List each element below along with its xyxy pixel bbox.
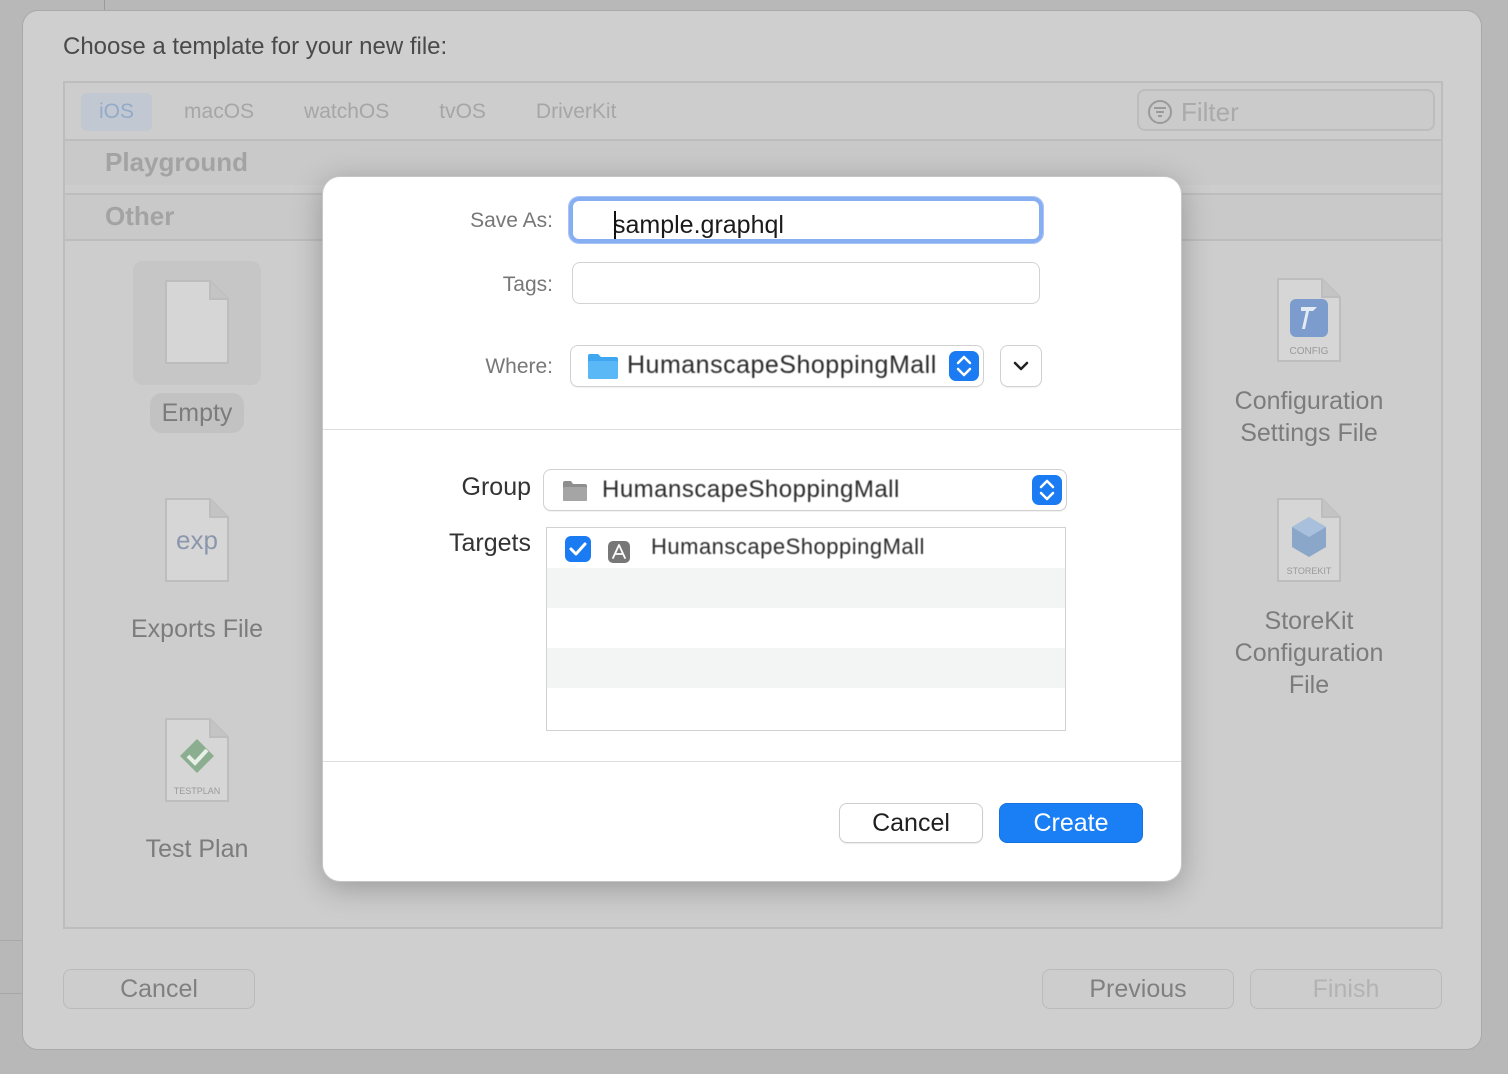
- template-label: Configuration Settings File: [1234, 387, 1384, 447]
- save-as-label: Save As:: [470, 209, 553, 232]
- section-title: Other: [105, 201, 175, 231]
- save-as-field[interactable]: sample.graphql: [569, 197, 1043, 243]
- svg-text:CONFIG: CONFIG: [1290, 346, 1329, 357]
- testplan-document-icon: TESTPLAN: [165, 718, 229, 802]
- svg-text:STOREKIT: STOREKIT: [1287, 566, 1332, 576]
- targets-label: Targets: [449, 529, 531, 557]
- empty-row: [547, 688, 1065, 728]
- tab-ios[interactable]: iOS: [81, 93, 153, 131]
- up-down-chevron-icon: [956, 355, 972, 377]
- folder-icon: [563, 481, 587, 501]
- tab-watchos[interactable]: watchOS: [286, 93, 407, 131]
- template-configuration-settings-file[interactable]: CONFIG Configuration Settings File: [1209, 277, 1409, 453]
- section-title: Playground: [105, 147, 249, 177]
- sheet-title: Choose a template for your new file:: [63, 33, 448, 60]
- save-as-value: sample.graphql: [613, 211, 784, 239]
- section-divider: [323, 429, 1181, 430]
- svg-text:TESTPLAN: TESTPLAN: [174, 786, 221, 796]
- text-caret: [614, 211, 616, 239]
- app-target-icon: [608, 541, 630, 563]
- filter-icon: [1148, 100, 1172, 124]
- template-label: Exports File: [131, 615, 263, 643]
- filter-placeholder: Filter: [1181, 97, 1239, 127]
- group-value: HumanscapeShoppingMall: [602, 476, 900, 503]
- filter-field[interactable]: Filter: [1137, 89, 1435, 131]
- group-label: Group: [461, 473, 531, 501]
- exp-document-icon: exp: [165, 498, 229, 582]
- template-label: Empty: [149, 393, 245, 433]
- tags-label: Tags:: [502, 273, 553, 296]
- expand-browser-button[interactable]: [1000, 345, 1042, 387]
- group-popup[interactable]: HumanscapeShoppingMall: [543, 469, 1067, 511]
- template-label: StoreKit Configuration File: [1234, 607, 1384, 699]
- where-stepper[interactable]: [949, 351, 979, 381]
- checkmark-icon: [569, 542, 587, 556]
- targets-list: HumanscapeShoppingMall: [546, 527, 1066, 731]
- window-edge: [104, 0, 105, 10]
- folder-icon: [588, 354, 618, 379]
- template-exports-file[interactable]: exp Exports File: [97, 497, 297, 649]
- background-window-strip: [0, 940, 22, 994]
- template-empty[interactable]: Empty: [97, 261, 297, 433]
- where-popup[interactable]: HumanscapeShoppingMall: [570, 345, 984, 387]
- target-row[interactable]: HumanscapeShoppingMall: [547, 528, 1065, 568]
- finish-button: Finish: [1250, 969, 1442, 1009]
- template-storekit-configuration-file[interactable]: STOREKIT StoreKit Configuration File: [1209, 497, 1409, 705]
- save-dialog: Save As: sample.graphql Tags: Where: Hum…: [322, 176, 1182, 882]
- empty-row: [547, 608, 1065, 648]
- tab-macos[interactable]: macOS: [166, 93, 272, 131]
- target-name: HumanscapeShoppingMall: [651, 534, 925, 559]
- config-document-icon: CONFIG: [1277, 278, 1341, 362]
- target-checkbox[interactable]: [565, 536, 591, 562]
- where-value: HumanscapeShoppingMall: [627, 351, 937, 379]
- platform-tabs: iOS macOS watchOS tvOS DriverKit: [81, 93, 648, 131]
- svg-text:exp: exp: [176, 525, 218, 555]
- sheet-cancel-button[interactable]: Cancel: [63, 969, 255, 1009]
- tab-tvos[interactable]: tvOS: [421, 93, 504, 131]
- storekit-document-icon: STOREKIT: [1277, 498, 1341, 582]
- group-stepper[interactable]: [1032, 475, 1062, 505]
- create-button[interactable]: Create: [999, 803, 1143, 843]
- previous-button[interactable]: Previous: [1042, 969, 1234, 1009]
- tags-field[interactable]: [572, 262, 1040, 304]
- template-test-plan[interactable]: TESTPLAN Test Plan: [97, 717, 297, 869]
- chevron-down-icon: [1013, 361, 1029, 371]
- template-label: Test Plan: [145, 835, 249, 863]
- tab-driverkit[interactable]: DriverKit: [518, 93, 635, 131]
- where-label: Where:: [485, 355, 553, 378]
- blank-document-icon: [165, 280, 229, 364]
- up-down-chevron-icon: [1039, 479, 1055, 501]
- cancel-button[interactable]: Cancel: [839, 803, 983, 843]
- empty-row: [547, 648, 1065, 688]
- section-divider: [323, 761, 1181, 762]
- empty-row: [547, 568, 1065, 608]
